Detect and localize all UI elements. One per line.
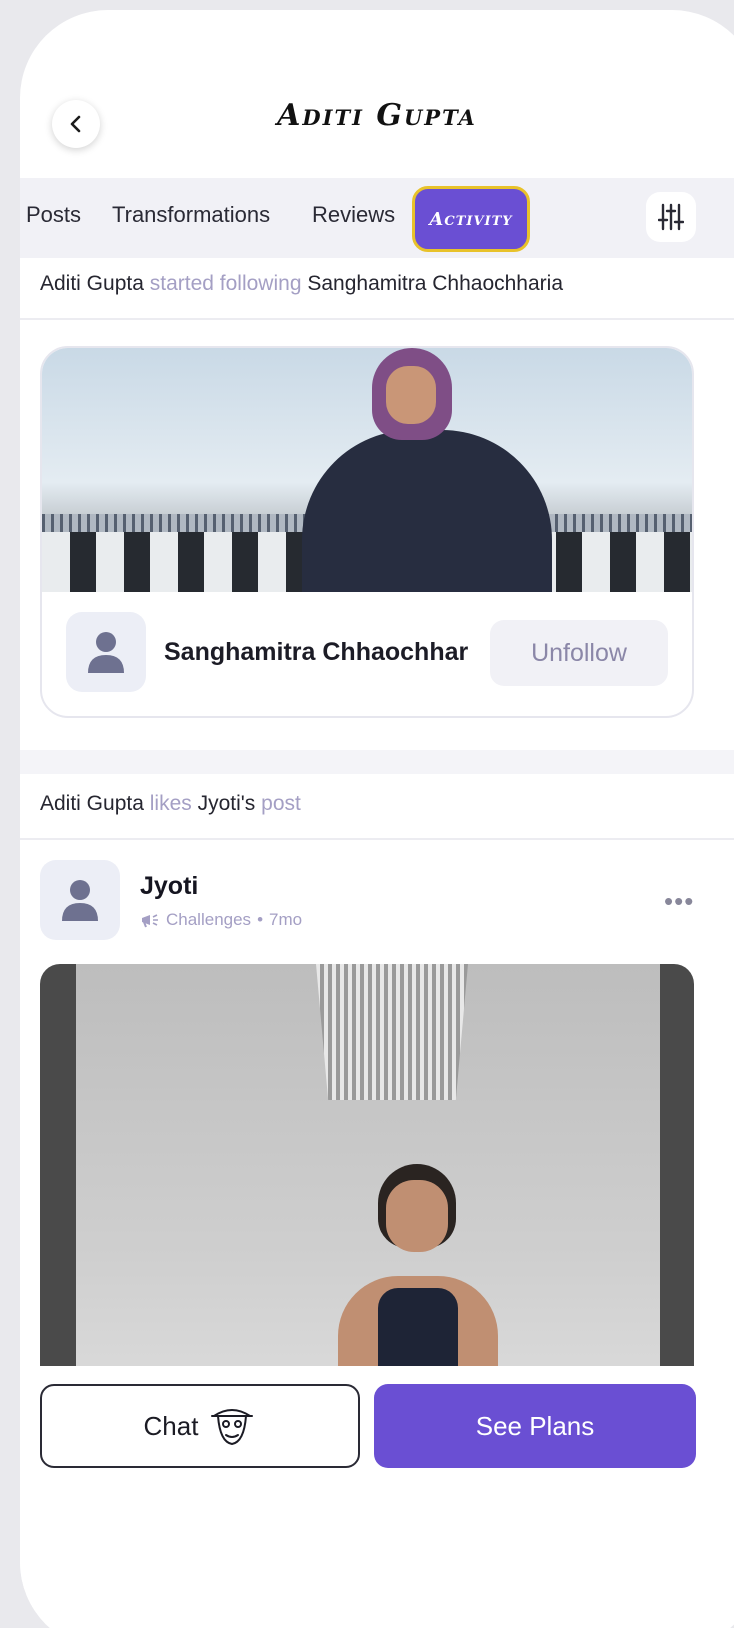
tab-activity[interactable]: Activity — [412, 186, 530, 252]
bottom-action-bar: Chat See Plans — [20, 1366, 734, 1628]
activity-verb: likes — [149, 792, 192, 815]
activity-follow-line: Aditi Gupta started following Sanghamitr… — [40, 272, 563, 296]
post-category[interactable]: Challenges — [166, 910, 251, 930]
post-author-avatar[interactable] — [40, 860, 120, 940]
tab-posts[interactable]: Posts — [26, 202, 81, 228]
megaphone-icon — [142, 914, 158, 928]
user-cover-image — [42, 348, 692, 592]
activity-verb: started following — [149, 272, 302, 295]
post-video[interactable] — [40, 964, 694, 1384]
chat-label: Chat — [143, 1410, 199, 1441]
profile-tabs: Posts Transformations Reviews Activity — [20, 178, 734, 258]
activity-target[interactable]: Sanghamitra Chhaochharia — [307, 272, 563, 295]
activity-target[interactable]: Jyoti's — [198, 792, 256, 815]
tab-reviews[interactable]: Reviews — [312, 202, 395, 228]
activity-suffix[interactable]: post — [261, 792, 301, 815]
divider — [20, 318, 734, 320]
user-icon — [62, 880, 98, 921]
post-age: 7mo — [269, 910, 303, 929]
chat-button[interactable]: Chat — [40, 1384, 360, 1468]
filter-button[interactable] — [646, 192, 696, 242]
divider — [20, 838, 734, 840]
see-plans-button[interactable]: See Plans — [374, 1384, 696, 1468]
post-author-name[interactable]: Jyoti — [140, 872, 198, 901]
section-separator — [20, 750, 734, 774]
phone-screen: Aditi Gupta Posts Transformations Review… — [20, 10, 734, 1628]
unfollow-button[interactable]: Unfollow — [490, 620, 668, 686]
followed-user-card[interactable]: Sanghamitra Chhaochhar Unfollow — [40, 346, 694, 718]
more-options-icon[interactable]: ••• — [664, 886, 694, 917]
activity-like-line: Aditi Gupta likes Jyoti's post — [40, 792, 301, 816]
followed-user-name[interactable]: Sanghamitra Chhaochhar — [164, 638, 494, 667]
tab-transformations[interactable]: Transformations — [112, 202, 270, 228]
activity-actor[interactable]: Aditi Gupta — [40, 792, 144, 815]
meta-separator: • — [257, 910, 264, 929]
post-meta: Challenges • 7mo — [140, 910, 302, 930]
user-icon — [88, 632, 124, 673]
coach-face-icon — [211, 1409, 254, 1446]
page-title: Aditi Gupta — [277, 98, 477, 133]
avatar[interactable] — [66, 612, 146, 692]
sliders-icon — [658, 203, 684, 231]
activity-actor[interactable]: Aditi Gupta — [40, 272, 144, 295]
